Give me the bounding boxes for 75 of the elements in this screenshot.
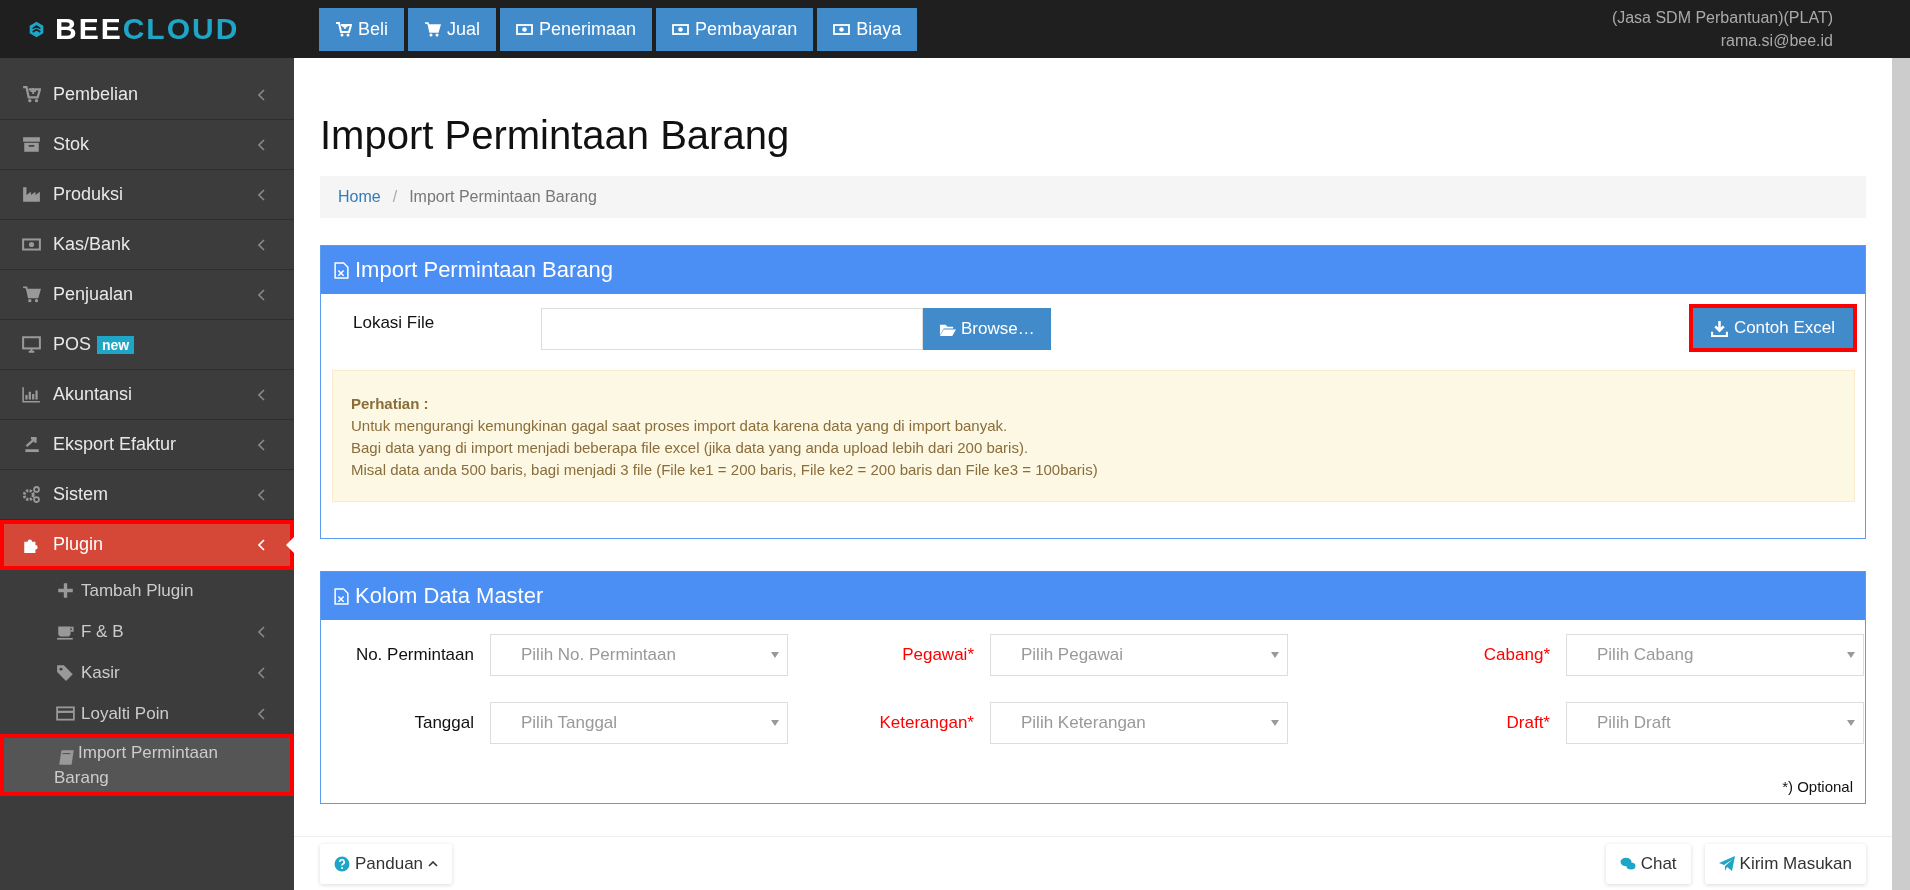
menu-item[interactable]: Pembelian (0, 70, 294, 120)
file-path-field[interactable] (541, 308, 923, 350)
export-icon (22, 435, 41, 454)
notice-text: Bagi data yang di import menjadi beberapa file excel (jika data yang anda upload lebih dari 200 baris). (351, 438, 1030, 458)
submenu-item[interactable]: Tambah Plugin (0, 570, 294, 611)
dropdown-arrow-icon (1271, 720, 1279, 726)
submenu-item[interactable]: Loyalti Poin (0, 693, 294, 734)
scrollbar[interactable] (1892, 58, 1910, 890)
field-label: Keterangan* (878, 713, 974, 733)
cart-icon (22, 85, 41, 104)
breadcrumb-link[interactable]: Home (338, 188, 381, 205)
cart-icon (335, 20, 352, 38)
cart-icon (424, 20, 441, 38)
field-label: Tanggal (413, 713, 474, 733)
dropdown-arrow-icon (1271, 652, 1279, 658)
optional-note: *) Optional (1781, 778, 1853, 795)
notice-text: Untuk mengurangi kemungkinan gagal saat proses import data karena data yang di import banyak. (351, 416, 1009, 436)
menu-item[interactable]: Plugin (0, 520, 294, 570)
submenu-item[interactable]: F & B (0, 611, 294, 652)
new-badge: new (97, 335, 135, 354)
menu-item[interactable]: POS new (0, 320, 294, 370)
dropdown-arrow-icon (771, 720, 779, 726)
menu-item[interactable]: Kas/Bank (0, 220, 294, 270)
field-label: Cabang* (1482, 645, 1550, 665)
paper-plane-icon (1718, 855, 1735, 872)
monitor-icon (22, 335, 41, 354)
field-label: Draft* (1505, 713, 1550, 733)
dropdown-arrow-icon (1847, 720, 1855, 726)
download-icon (1710, 319, 1728, 337)
logo-text: BEECLOUD (55, 12, 240, 46)
menu-item[interactable]: Stok (0, 120, 294, 170)
company-name: (Jasa SDM Perbantuan)(PLAT) (1611, 8, 1833, 28)
menu-item[interactable]: Penjualan (0, 270, 294, 320)
nav-button[interactable]: Beli (319, 7, 404, 51)
excel-file-icon (333, 587, 350, 605)
box-icon (22, 135, 41, 154)
browse-button[interactable]: Browse… (923, 308, 1051, 350)
bar-chart-icon (22, 385, 41, 404)
excel-file-icon (333, 261, 350, 279)
caret-up-icon (428, 860, 439, 867)
plus-icon (56, 581, 75, 600)
book-icon (57, 748, 76, 767)
cart-icon (22, 285, 41, 304)
field-label: Pegawai* (901, 645, 974, 665)
tag-icon (56, 663, 75, 682)
menu-item[interactable]: Akuntansi (0, 370, 294, 420)
breadcrumb-current: Import Permintaan Barang (409, 188, 597, 205)
submenu-item[interactable]: Kasir (0, 652, 294, 693)
chat-button[interactable]: Chat (1605, 843, 1691, 884)
logo-icon (28, 20, 45, 38)
breadcrumb-separator: / (391, 188, 399, 205)
gears-icon (22, 485, 41, 504)
page-title: Import Permintaan Barang (320, 113, 791, 158)
field-label: No. Permintaan (354, 645, 474, 665)
credit-card-icon (56, 704, 75, 723)
dropdown-arrow-icon (771, 652, 779, 658)
nav-button[interactable]: Penerimaan (500, 7, 653, 51)
nav-button[interactable]: Jual (408, 7, 497, 51)
menu-item[interactable]: Produksi (0, 170, 294, 220)
guide-button[interactable]: Panduan (320, 843, 453, 884)
notice-text: Misal data anda 500 baris, bagi menjadi 3 file (File ke1 = 200 baris, File ke2 = 200 baris dan File ke3 = 100baris) (351, 460, 1099, 480)
nav-button[interactable]: Pembayaran (656, 7, 814, 51)
panel-title: Import Permintaan Barang (355, 257, 614, 283)
field-label: Lokasi File (352, 312, 436, 333)
submenu-item[interactable]: Import Permintaan Barang (0, 734, 294, 796)
banknote-icon (22, 235, 41, 254)
factory-icon (22, 185, 41, 204)
help-icon (334, 855, 350, 872)
dropdown-arrow-icon (1847, 652, 1855, 658)
nav-button[interactable]: Biaya (817, 7, 918, 51)
notice-heading: Perhatian : (351, 394, 430, 414)
user-email: rama.si@bee.id (1719, 31, 1833, 51)
panel-title: Kolom Data Master (355, 583, 544, 609)
chat-bubbles-icon (1619, 855, 1636, 872)
send-feedback-button[interactable]: Kirim Masukan (1704, 843, 1866, 884)
